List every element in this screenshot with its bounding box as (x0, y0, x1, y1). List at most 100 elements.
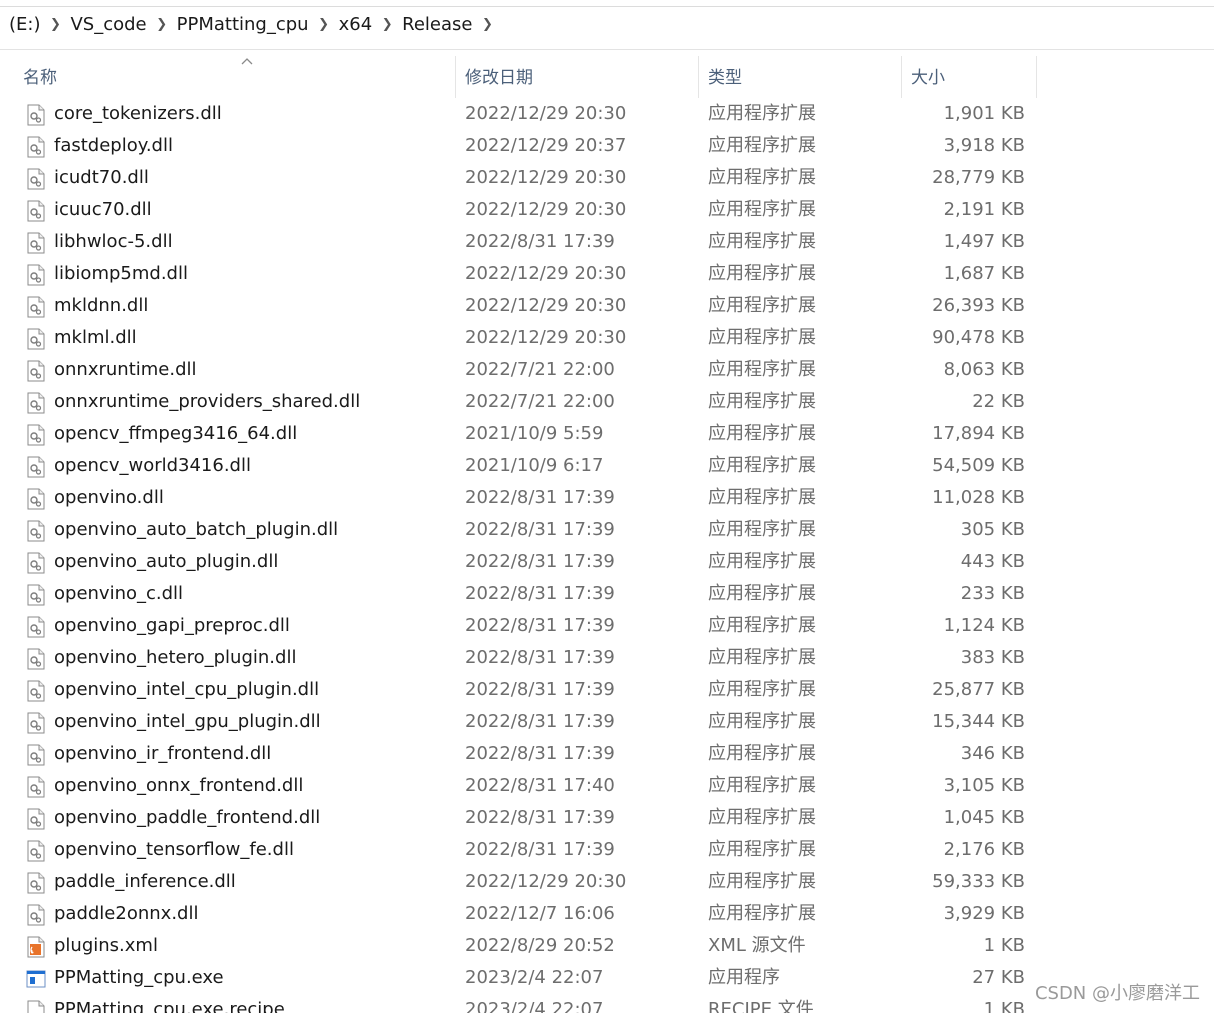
file-row[interactable]: onnxruntime_providers_shared.dll 2022/7/2… (0, 386, 1214, 418)
file-name: core_tokenizers.dll (54, 103, 222, 124)
file-row[interactable]: openvino_auto_plugin.dll 2022/8/31 17:39 应… (0, 546, 1214, 578)
column-header-date[interactable]: 修改日期 (456, 56, 698, 98)
file-name: openvino_gapi_preproc.dll (54, 615, 290, 636)
file-row[interactable]: opencv_ffmpeg3416_64.dll 2021/10/9 5:59 应用… (0, 418, 1214, 450)
breadcrumb-vs-code[interactable]: VS_code (66, 14, 150, 35)
breadcrumb-ppmatting-cpu[interactable]: PPMatting_cpu (173, 14, 313, 35)
file-modified-date: 2022/7/21 22:00 (465, 391, 615, 412)
column-header-name-label: 名称 (23, 68, 57, 88)
file-row[interactable]: PPMatting_cpu.exe.recipe 2023/2/4 22:07 RE… (0, 994, 1214, 1013)
chevron-right-icon[interactable]: ❯ (151, 17, 173, 32)
file-type: 应用程序扩展 (708, 775, 816, 796)
file-row[interactable]: openvino_paddle_frontend.dll 2022/8/31 17… (0, 802, 1214, 834)
dll-file-icon (26, 264, 46, 286)
file-row[interactable]: core_tokenizers.dll 2022/12/29 20:30 应用程序扩… (0, 98, 1214, 130)
column-header-date-label: 修改日期 (465, 68, 533, 88)
file-modified-date: 2022/8/31 17:39 (465, 711, 615, 732)
file-name: PPMatting_cpu.exe (54, 967, 224, 988)
column-header-type[interactable]: 类型 (699, 56, 901, 98)
file-name: openvino_hetero_plugin.dll (54, 647, 297, 668)
file-type: 应用程序扩展 (708, 103, 816, 124)
file-size: 54,509 KB (932, 455, 1025, 476)
file-row[interactable]: libiomp5md.dll 2022/12/29 20:30 应用程序扩展 1,68… (0, 258, 1214, 290)
file-row[interactable]: onnxruntime.dll 2022/7/21 22:00 应用程序扩展 8,06… (0, 354, 1214, 386)
file-row[interactable]: icuuc70.dll 2022/12/29 20:30 应用程序扩展 2,191 K… (0, 194, 1214, 226)
file-row[interactable]: paddle2onnx.dll 2022/12/7 16:06 应用程序扩展 3,92… (0, 898, 1214, 930)
column-header-name[interactable]: 名称 (14, 56, 455, 98)
file-row[interactable]: openvino_tensorflow_fe.dll 2022/8/31 17:3… (0, 834, 1214, 866)
file-name: paddle_inference.dll (54, 871, 236, 892)
column-header-size[interactable]: 大小 (902, 56, 1036, 98)
file-row[interactable]: icudt70.dll 2022/12/29 20:30 应用程序扩展 28,779 … (0, 162, 1214, 194)
file-type: 应用程序扩展 (708, 199, 816, 220)
breadcrumb-drive-e[interactable]: (E:) (5, 14, 44, 35)
address-bar[interactable]: (E:) ❯ VS_code ❯ PPMatting_cpu ❯ x64 ❯ R… (0, 0, 1214, 50)
file-row[interactable]: PPMatting_cpu.exe 2023/2/4 22:07 应用程序 27 KB (0, 962, 1214, 994)
file-modified-date: 2022/8/31 17:39 (465, 487, 615, 508)
file-modified-date: 2022/8/31 17:39 (465, 615, 615, 636)
dll-file-icon (26, 584, 46, 606)
file-name: openvino_auto_plugin.dll (54, 551, 279, 572)
chevron-right-icon[interactable]: ❯ (44, 17, 66, 32)
file-modified-date: 2022/12/29 20:30 (465, 327, 627, 348)
file-modified-date: 2022/8/31 17:39 (465, 679, 615, 700)
dll-file-icon (26, 840, 46, 862)
file-size: 1,045 KB (943, 807, 1025, 828)
file-modified-date: 2022/8/31 17:39 (465, 743, 615, 764)
dll-file-icon (26, 296, 46, 318)
dll-file-icon (26, 232, 46, 254)
file-row[interactable]: opencv_world3416.dll 2021/10/9 6:17 应用程序扩展… (0, 450, 1214, 482)
file-row[interactable]: openvino_gapi_preproc.dll 2022/8/31 17:39… (0, 610, 1214, 642)
file-type: 应用程序 (708, 967, 780, 988)
file-type: 应用程序扩展 (708, 583, 816, 604)
file-modified-date: 2022/12/29 20:30 (465, 295, 627, 316)
chevron-right-icon[interactable]: ❯ (313, 17, 335, 32)
breadcrumb-release[interactable]: Release (398, 14, 476, 35)
file-row[interactable]: openvino_intel_gpu_plugin.dll 2022/8/31 1… (0, 706, 1214, 738)
file-modified-date: 2023/2/4 22:07 (465, 967, 604, 988)
column-divider[interactable] (1036, 56, 1037, 98)
file-size: 3,105 KB (943, 775, 1025, 796)
file-row[interactable]: mkldnn.dll 2022/12/29 20:30 应用程序扩展 26,393 K… (0, 290, 1214, 322)
file-row[interactable]: libhwloc-5.dll 2022/8/31 17:39 应用程序扩展 1,497… (0, 226, 1214, 258)
file-size: 11,028 KB (932, 487, 1025, 508)
file-modified-date: 2022/8/31 17:39 (465, 583, 615, 604)
file-row[interactable]: mklml.dll 2022/12/29 20:30 应用程序扩展 90,478 KB (0, 322, 1214, 354)
file-row[interactable]: openvino.dll 2022/8/31 17:39 应用程序扩展 11,028 … (0, 482, 1214, 514)
dll-file-icon (26, 904, 46, 926)
toolbar-divider (0, 6, 1214, 7)
file-row[interactable]: openvino_ir_frontend.dll 2022/8/31 17:39 应… (0, 738, 1214, 770)
file-type: 应用程序扩展 (708, 679, 816, 700)
file-modified-date: 2021/10/9 6:17 (465, 455, 604, 476)
file-name: openvino_auto_batch_plugin.dll (54, 519, 339, 540)
file-size: 2,176 KB (943, 839, 1025, 860)
file-type: 应用程序扩展 (708, 167, 816, 188)
file-modified-date: 2022/8/31 17:39 (465, 519, 615, 540)
file-row[interactable]: openvino_auto_batch_plugin.dll 2022/8/31 … (0, 514, 1214, 546)
dll-file-icon (26, 776, 46, 798)
breadcrumb-x64[interactable]: x64 (335, 14, 377, 35)
file-size: 15,344 KB (932, 711, 1025, 732)
dll-file-icon (26, 808, 46, 830)
file-size: 2,191 KB (943, 199, 1025, 220)
chevron-right-icon[interactable]: ❯ (477, 17, 499, 32)
file-name: openvino_onnx_frontend.dll (54, 775, 304, 796)
file-row[interactable]: openvino_intel_cpu_plugin.dll 2022/8/31 1… (0, 674, 1214, 706)
file-row[interactable]: plugins.xml 2022/8/29 20:52 XML 源文件 1 KB (0, 930, 1214, 962)
file-name: openvino_paddle_frontend.dll (54, 807, 321, 828)
file-modified-date: 2022/8/31 17:39 (465, 231, 615, 252)
file-row[interactable]: paddle_inference.dll 2022/12/29 20:30 应用程序… (0, 866, 1214, 898)
file-row[interactable]: openvino_c.dll 2022/8/31 17:39 应用程序扩展 233 K… (0, 578, 1214, 610)
column-header-type-label: 类型 (708, 68, 742, 88)
file-size: 59,333 KB (932, 871, 1025, 892)
file-row[interactable]: fastdeploy.dll 2022/12/29 20:37 应用程序扩展 3,91… (0, 130, 1214, 162)
breadcrumb: (E:) ❯ VS_code ❯ PPMatting_cpu ❯ x64 ❯ R… (5, 14, 499, 35)
file-row[interactable]: openvino_onnx_frontend.dll 2022/8/31 17:4… (0, 770, 1214, 802)
file-size: 1,124 KB (943, 615, 1025, 636)
file-name: openvino_intel_gpu_plugin.dll (54, 711, 321, 732)
file-row[interactable]: openvino_hetero_plugin.dll 2022/8/31 17:3… (0, 642, 1214, 674)
chevron-right-icon[interactable]: ❯ (376, 17, 398, 32)
file-size: 3,929 KB (943, 903, 1025, 924)
blank-file-icon (26, 1000, 46, 1013)
file-type: 应用程序扩展 (708, 711, 816, 732)
